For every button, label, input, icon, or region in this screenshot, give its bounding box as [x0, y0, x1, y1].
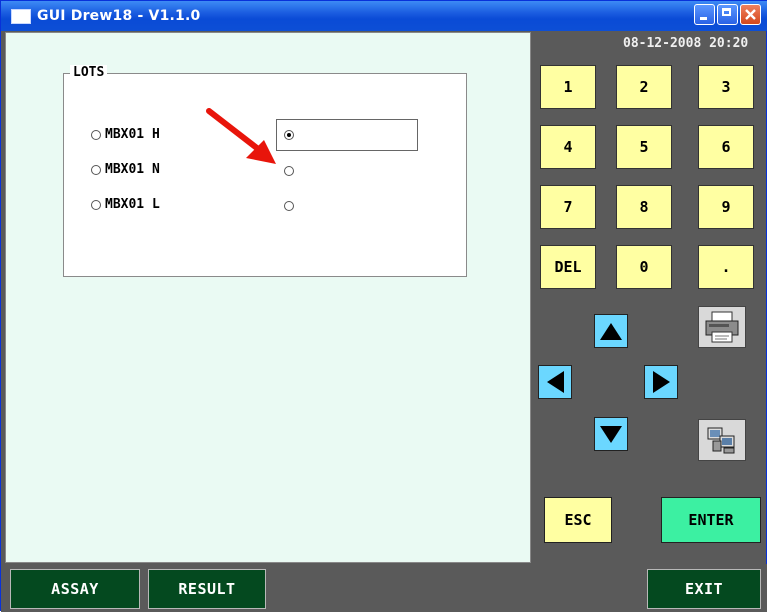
- lots-legend: LOTS: [70, 65, 108, 80]
- network-button[interactable]: [698, 419, 746, 461]
- esc-button[interactable]: ESC: [544, 497, 612, 543]
- lot-value-input[interactable]: [276, 119, 418, 151]
- key-4[interactable]: 4: [540, 125, 596, 169]
- key-dot[interactable]: .: [698, 245, 754, 289]
- key-del[interactable]: DEL: [540, 245, 596, 289]
- lot-option-h[interactable]: MBX01 H: [91, 127, 160, 142]
- key-9[interactable]: 9: [698, 185, 754, 229]
- exit-button[interactable]: EXIT: [647, 569, 761, 609]
- minimize-icon: [700, 17, 707, 20]
- key-7[interactable]: 7: [540, 185, 596, 229]
- lot-select-radio-n[interactable]: [284, 166, 294, 176]
- key-2[interactable]: 2: [616, 65, 672, 109]
- enter-button[interactable]: ENTER: [661, 497, 761, 543]
- arrow-up-icon: [600, 322, 622, 340]
- main-panel: LOTS MBX01 H MBX01 N MBX01 L: [5, 32, 531, 563]
- key-0[interactable]: 0: [616, 245, 672, 289]
- key-8[interactable]: 8: [616, 185, 672, 229]
- maximize-icon: [722, 8, 731, 16]
- red-arrow-icon: [206, 108, 276, 164]
- lot-option-label: MBX01 N: [105, 162, 160, 177]
- nav-down-button[interactable]: [594, 417, 628, 451]
- lot-option-label: MBX01 H: [105, 127, 160, 142]
- arrow-down-icon: [600, 425, 622, 443]
- nav-left-button[interactable]: [538, 365, 572, 399]
- lot-select-radio-h[interactable]: [284, 130, 294, 140]
- printer-icon: [705, 311, 739, 343]
- radio-button[interactable]: [91, 129, 101, 140]
- arrow-right-icon: [652, 371, 670, 393]
- radio-button[interactable]: [91, 199, 101, 210]
- assay-button[interactable]: ASSAY: [10, 569, 140, 609]
- lots-group: LOTS MBX01 H MBX01 N MBX01 L: [63, 65, 467, 277]
- lot-select-radio-l[interactable]: [284, 201, 294, 211]
- window-title: GUI Drew18 - V1.1.0: [37, 8, 201, 24]
- radio-button[interactable]: [91, 164, 101, 175]
- title-bar[interactable]: GUI Drew18 - V1.1.0: [1, 1, 767, 31]
- key-6[interactable]: 6: [698, 125, 754, 169]
- datetime-display: 08-12-2008 20:20: [623, 36, 749, 51]
- network-computers-icon: [707, 427, 735, 454]
- key-1[interactable]: 1: [540, 65, 596, 109]
- minimize-button[interactable]: [694, 4, 715, 25]
- nav-up-button[interactable]: [594, 314, 628, 348]
- print-button[interactable]: [698, 306, 746, 348]
- app-window: GUI Drew18 - V1.1.0 LOTS MBX01 H MBX01 N…: [0, 0, 767, 612]
- app-icon: [11, 9, 31, 24]
- maximize-button[interactable]: [717, 4, 738, 25]
- nav-right-button[interactable]: [644, 365, 678, 399]
- key-3[interactable]: 3: [698, 65, 754, 109]
- close-button[interactable]: [740, 4, 761, 25]
- lot-option-label: MBX01 L: [105, 197, 160, 212]
- result-button[interactable]: RESULT: [148, 569, 266, 609]
- close-icon: [745, 9, 756, 20]
- lot-option-l[interactable]: MBX01 L: [91, 197, 160, 212]
- lot-option-n[interactable]: MBX01 N: [91, 162, 160, 177]
- key-5[interactable]: 5: [616, 125, 672, 169]
- bottom-bar: ASSAY RESULT EXIT: [1, 564, 767, 612]
- arrow-left-icon: [546, 371, 564, 393]
